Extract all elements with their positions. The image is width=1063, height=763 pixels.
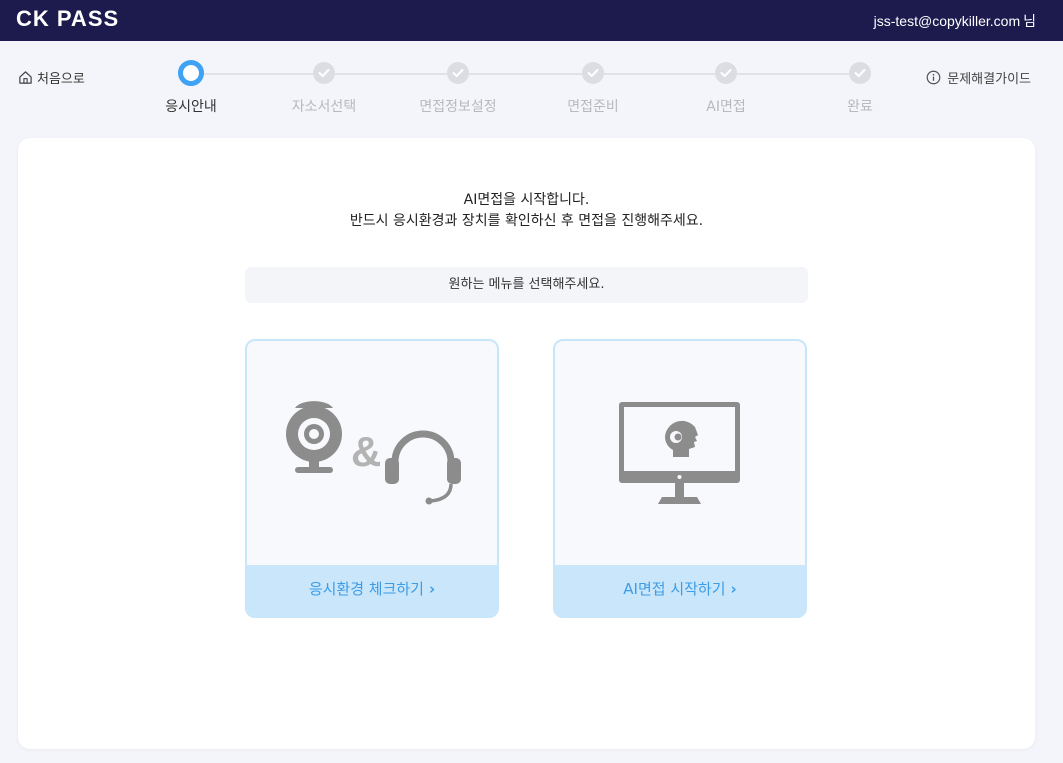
start-ai-interview-option[interactable]: AI면접 시작하기 › bbox=[553, 339, 807, 618]
step-label-interview-settings: 면접정보설정 bbox=[419, 99, 497, 115]
option-illustration bbox=[555, 341, 805, 567]
step-connector bbox=[335, 73, 447, 75]
top-bar: CK PASS jss-test@copykiller.com 님 bbox=[0, 0, 1063, 41]
step-label-interview-prep: 면접준비 bbox=[567, 99, 619, 115]
headset-icon bbox=[385, 430, 461, 505]
step-label-complete: 완료 bbox=[847, 99, 873, 115]
environment-check-label: 응시환경 체크하기 bbox=[308, 580, 424, 598]
step-connector bbox=[469, 73, 582, 75]
info-icon bbox=[926, 70, 941, 84]
option-illustration: & bbox=[247, 341, 497, 567]
ampersand-glyph: & bbox=[351, 428, 381, 475]
user-honorific: 님 bbox=[1023, 13, 1036, 29]
troubleshooting-guide-link[interactable]: 문제해결가이드 bbox=[926, 68, 1031, 87]
step-indicator bbox=[582, 62, 604, 84]
environment-check-button[interactable]: 응시환경 체크하기 › bbox=[247, 565, 497, 616]
webcam-and-headset-icon: & bbox=[286, 401, 461, 505]
step-connector bbox=[737, 73, 849, 75]
intro-title: AI면접을 시작합니다. bbox=[463, 192, 590, 208]
home-icon bbox=[19, 70, 32, 84]
step-connector bbox=[603, 73, 715, 75]
environment-check-option[interactable]: & 응시환경 체크하기 › bbox=[245, 339, 499, 618]
menu-prompt: 원하는 메뉴를 선택해주세요. bbox=[245, 267, 808, 303]
user-account[interactable]: jss-test@copykiller.com 님 bbox=[874, 11, 1036, 31]
ck-pass-logo[interactable]: CK PASS bbox=[16, 7, 119, 31]
check-icon bbox=[318, 69, 330, 77]
main-card: AI면접을 시작합니다. 반드시 응시환경과 장치를 확인하신 후 면접을 진행… bbox=[18, 138, 1035, 749]
webcam-icon bbox=[286, 401, 342, 473]
step-indicator bbox=[715, 62, 737, 84]
step-label-guide: 응시안내 bbox=[165, 99, 217, 115]
step-indicator-current bbox=[178, 60, 204, 86]
check-icon bbox=[587, 69, 599, 77]
step-indicator bbox=[313, 62, 335, 84]
home-link[interactable]: 처음으로 bbox=[18, 68, 85, 87]
check-icon bbox=[452, 69, 464, 77]
check-icon bbox=[720, 69, 732, 77]
step-indicator bbox=[447, 62, 469, 84]
check-icon bbox=[854, 69, 866, 77]
step-label-resume-select: 자소서선택 bbox=[291, 99, 357, 115]
home-label: 처음으로 bbox=[37, 71, 85, 87]
intro-subtitle: 반드시 응시환경과 장치를 확인하신 후 면접을 진행해주세요. bbox=[349, 213, 704, 229]
chevron-right-icon: › bbox=[428, 580, 436, 598]
chevron-right-icon: › bbox=[730, 580, 737, 598]
user-email: jss-test@copykiller.com bbox=[873, 13, 1021, 29]
step-indicator bbox=[849, 62, 871, 84]
guide-label: 문제해결가이드 bbox=[947, 71, 1031, 87]
step-connector bbox=[203, 73, 315, 75]
start-ai-interview-label: AI면접 시작하기 bbox=[623, 580, 726, 598]
step-label-ai-interview: AI면접 bbox=[706, 99, 746, 115]
start-ai-interview-button[interactable]: AI면접 시작하기 › bbox=[555, 565, 805, 616]
ai-monitor-icon bbox=[619, 402, 740, 504]
